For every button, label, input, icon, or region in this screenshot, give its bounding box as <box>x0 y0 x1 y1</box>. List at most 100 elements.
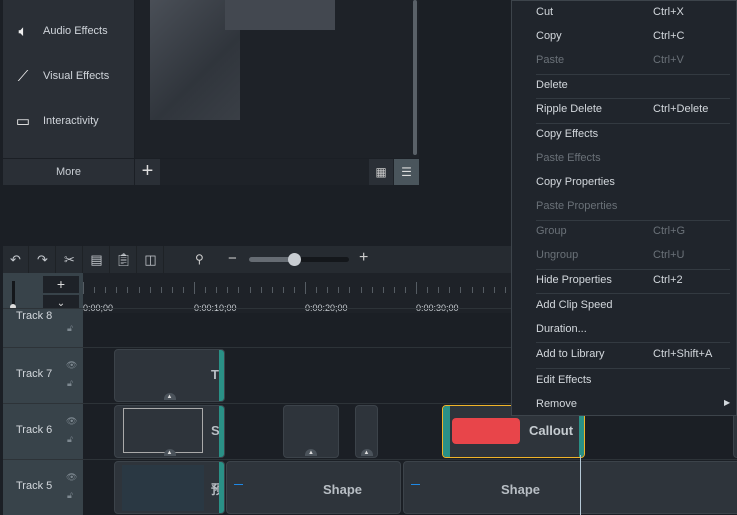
context-menu: Cut Ctrl+X Copy Ctrl+C Paste Ctrl+V Delete Ripp… <box>511 0 737 416</box>
menu-item-label: Hide Properties <box>536 274 612 286</box>
ruler-tick <box>227 287 229 293</box>
menu-item-edit-effects[interactable]: Edit Effects <box>536 374 591 386</box>
clip[interactable]: ▲ <box>355 405 378 458</box>
add-media-button[interactable]: + <box>135 159 160 185</box>
ruler-tick <box>249 287 251 293</box>
copy-icon[interactable]: ▤ <box>84 246 110 273</box>
track-5: Track 5 👁︎ 🔓︎ 预 Shape Shape <box>3 459 737 515</box>
list-view-button[interactable]: ☰ <box>394 159 419 185</box>
menu-item-label: Copy Effects <box>536 128 599 140</box>
clip-label: T <box>211 367 219 382</box>
menu-separator <box>536 220 730 221</box>
ruler-tick <box>83 282 84 294</box>
menu-item-label: Delete <box>536 79 568 91</box>
expand-icon[interactable]: ▲ <box>163 393 176 400</box>
speaker-icon: 🔈︎ <box>18 22 28 40</box>
ruler-tick <box>404 287 406 293</box>
track-name: Track 7 <box>16 368 53 380</box>
menu-item-add-clip-speed[interactable]: Add Clip Speed <box>536 299 612 311</box>
menu-item-paste-properties: Paste Properties <box>536 200 617 212</box>
ruler-tick <box>438 287 440 293</box>
redo-icon[interactable]: ↷ <box>30 246 56 273</box>
menu-item-label: Paste <box>536 54 565 66</box>
clip-label: Shape <box>501 482 541 497</box>
menu-separator <box>536 368 730 369</box>
sidebar-item-visual-effects[interactable]: ⟋ Visual Effects <box>3 61 134 91</box>
zoom-slider-thumb[interactable] <box>288 253 301 266</box>
playhead[interactable] <box>580 455 581 515</box>
track-name: Track 8 <box>16 310 53 322</box>
ruler-tick <box>305 282 306 294</box>
menu-item-copy[interactable]: Copy Ctrl+C <box>536 30 684 42</box>
menu-item-delete[interactable]: Delete <box>536 79 568 91</box>
ruler-tick <box>504 287 506 293</box>
lock-icon[interactable]: 🔓︎ <box>67 323 73 334</box>
menu-item-label: Copy <box>536 30 562 42</box>
cut-icon[interactable]: ✂ <box>57 246 83 273</box>
media-clip[interactable]: 预 <box>114 461 225 514</box>
ruler-tick <box>282 287 284 293</box>
ruler-tick <box>482 287 484 293</box>
clip[interactable]: ▲ <box>283 405 339 458</box>
track-name: Track 6 <box>16 424 53 436</box>
ruler-tick <box>493 287 495 293</box>
eye-icon[interactable]: 👁︎ <box>66 472 77 483</box>
shape-clip[interactable]: S ▲ <box>114 405 225 458</box>
ruler-tick <box>94 287 96 293</box>
menu-item-ripple-delete[interactable]: Ripple Delete Ctrl+Delete <box>536 103 708 115</box>
menu-item-label: Ungroup <box>536 249 579 261</box>
shape-clip[interactable]: Shape <box>403 461 737 514</box>
menu-item-duration[interactable]: Duration... <box>536 323 587 335</box>
menu-item-label: Ripple Delete <box>536 103 603 115</box>
lock-icon[interactable]: 🔓︎ <box>67 378 73 389</box>
zoom-out-button[interactable]: − <box>228 250 237 267</box>
shape-clip[interactable]: Shape <box>226 461 401 514</box>
split-icon[interactable]: ◫ <box>138 246 164 273</box>
menu-item-add-to-library[interactable]: Add to Library Ctrl+Shift+A <box>536 348 712 360</box>
grid-view-button[interactable]: ▦ <box>369 159 393 185</box>
menu-item-remove[interactable]: Remove ▶ <box>536 398 730 410</box>
more-button[interactable]: More <box>3 159 134 185</box>
ruler-tick <box>194 282 195 294</box>
text-clip[interactable]: T ▲ <box>114 349 225 402</box>
media-scrollbar[interactable] <box>413 0 417 155</box>
zoom-slider[interactable] <box>249 253 349 266</box>
ruler-tick <box>360 287 362 293</box>
menu-item-copy-effects[interactable]: Copy Effects <box>536 128 598 140</box>
ruler-tick <box>260 287 262 293</box>
ruler-tick <box>205 287 207 293</box>
clip-label: Shape <box>323 482 363 497</box>
menu-item-label: Duration... <box>536 323 587 335</box>
menu-item-shortcut: Ctrl+Shift+A <box>653 348 713 360</box>
media-bin <box>135 0 419 158</box>
menu-item-cut[interactable]: Cut Ctrl+X <box>536 6 684 18</box>
ruler-tick <box>105 287 107 293</box>
media-bar: ▦ ☰ <box>135 159 419 185</box>
menu-separator <box>536 98 730 99</box>
ruler-tick <box>427 287 429 293</box>
ruler-tick <box>327 287 329 293</box>
ruler-tick <box>238 287 240 293</box>
sidebar-item-interactivity[interactable]: ▭ Interactivity <box>3 106 134 136</box>
timeline-ruler[interactable]: 0:00;00 0:00:10;00 0:00:20;00 0:00:30;00 <box>83 273 651 313</box>
menu-item-hide-properties[interactable]: Hide Properties Ctrl+2 <box>536 274 683 286</box>
menu-separator <box>536 74 730 75</box>
add-track-button[interactable]: + <box>43 276 79 293</box>
menu-item-label: Group <box>536 225 567 237</box>
eye-icon[interactable]: 👁︎ <box>66 360 77 371</box>
sidebar-item-audio-effects[interactable]: 🔈︎ Audio Effects <box>3 16 134 46</box>
undo-icon[interactable]: ↶ <box>3 246 29 273</box>
menu-separator <box>536 269 730 270</box>
clip-label: Callout <box>529 423 574 438</box>
lock-icon[interactable]: 🔓︎ <box>67 490 73 501</box>
lock-icon[interactable]: 🔓︎ <box>67 434 73 445</box>
ruler-tick <box>338 287 340 293</box>
paste-icon[interactable]: 📋︎ <box>111 246 137 273</box>
ruler-tick <box>271 287 273 293</box>
ruler-tick <box>138 287 140 293</box>
eye-icon[interactable]: 👁︎ <box>66 416 77 427</box>
menu-item-paste-effects: Paste Effects <box>536 152 601 164</box>
menu-item-copy-properties[interactable]: Copy Properties <box>536 176 615 188</box>
zoom-in-button[interactable]: + <box>359 249 368 267</box>
expand-icon[interactable]: ▲ <box>163 449 176 456</box>
